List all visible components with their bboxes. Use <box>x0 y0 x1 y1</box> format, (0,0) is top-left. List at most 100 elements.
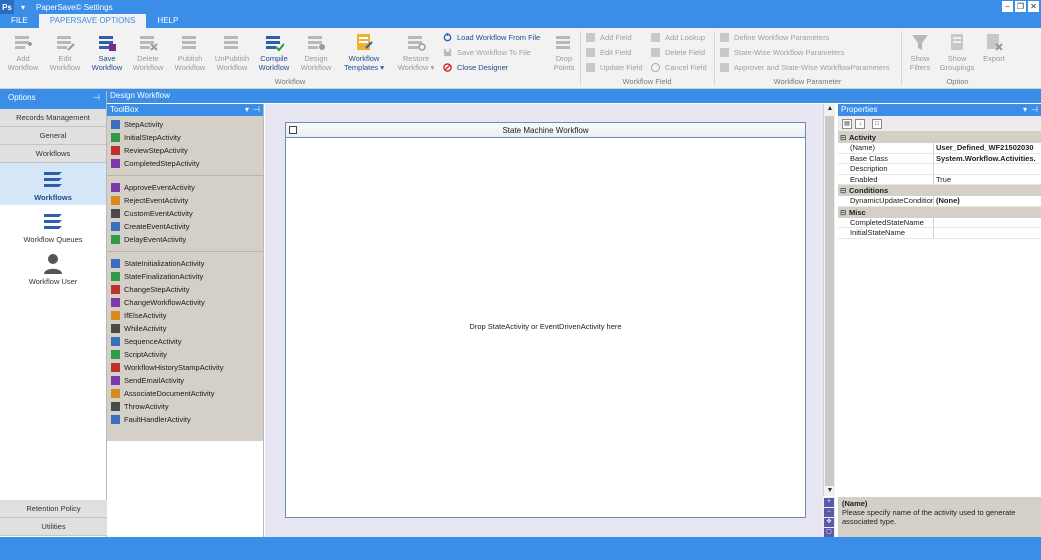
collapse-icon[interactable]: ⊟ <box>840 207 849 218</box>
property-value[interactable] <box>934 218 1041 228</box>
toolbox-item[interactable]: IfElseActivity <box>107 309 263 322</box>
property-category[interactable]: ⊟ Conditions <box>838 185 1041 196</box>
delete-workflow-button[interactable]: Delete Workflow <box>128 32 168 72</box>
publish-workflow-button[interactable]: Publish Workflow <box>170 32 210 72</box>
toolbox-item[interactable]: StepActivity <box>107 118 263 131</box>
cancel-field-button[interactable]: Cancel Field <box>651 63 707 72</box>
alphabetical-icon[interactable]: ↓ <box>855 118 865 129</box>
compile-workflow-button[interactable]: Compile Workflow <box>254 32 294 72</box>
export-button[interactable]: Export <box>976 32 1012 63</box>
save-workflow-button[interactable]: Save Workflow <box>87 32 127 72</box>
scroll-down-icon[interactable]: ▼ <box>824 486 836 496</box>
workflow-expand-checkbox[interactable] <box>289 126 297 134</box>
pin-icon[interactable]: ⊣ <box>93 91 100 105</box>
collapse-icon[interactable]: ⊟ <box>840 132 849 143</box>
add-workflow-button[interactable]: Add Workflow <box>3 32 43 72</box>
unpublish-workflow-button[interactable]: UnPublish Workflow <box>212 32 252 72</box>
collapse-icon[interactable]: ⊟ <box>840 185 849 196</box>
nav-retention-policy[interactable]: Retention Policy <box>0 500 107 518</box>
save-workflow-to-file-button[interactable]: Save Workflow To File <box>443 48 531 57</box>
dropdown-icon[interactable]: ▾ <box>1023 104 1027 116</box>
pin-icon[interactable]: ⊣ <box>253 104 260 116</box>
load-workflow-from-file-button[interactable]: Load Workflow From File <box>443 33 540 42</box>
dropdown-icon[interactable]: ▾ <box>245 104 249 116</box>
quick-access-icon[interactable]: ▾ <box>14 3 32 12</box>
property-value[interactable] <box>934 164 1041 174</box>
toolbox-item[interactable]: ThrowActivity <box>107 400 263 413</box>
workflow-templates-button[interactable]: Workflow Templates ▾ <box>342 32 386 72</box>
toolbox-item[interactable]: WhileActivity <box>107 322 263 335</box>
update-field-button[interactable]: Update Field <box>586 63 643 72</box>
toolbox-item[interactable]: ReviewStepActivity <box>107 144 263 157</box>
toolbox-item[interactable]: StateInitializationActivity <box>107 257 263 270</box>
vertical-scrollbar[interactable]: ▲ ▼ <box>823 104 835 496</box>
nav-utilities[interactable]: Utilities <box>0 518 107 536</box>
zoom-out-icon[interactable]: − <box>824 508 834 517</box>
add-lookup-button[interactable]: Add Lookup <box>651 33 705 42</box>
property-category[interactable]: ⊟ Activity <box>838 132 1041 143</box>
property-value[interactable]: (None) <box>934 196 1041 206</box>
toolbox-item[interactable]: SequenceActivity <box>107 335 263 348</box>
approver-parameters-button[interactable]: Approver and State-Wise WorkflowParamete… <box>720 63 889 72</box>
toolbox-item[interactable]: SendEmailActivity <box>107 374 263 387</box>
delete-field-button[interactable]: Delete Field <box>651 48 705 57</box>
property-value[interactable] <box>934 228 1041 238</box>
nav-item-workflow-user[interactable]: Workflow User <box>0 247 106 289</box>
toolbox-item[interactable]: DelayEventActivity <box>107 233 263 246</box>
state-machine-workflow[interactable]: State Machine Workflow Drop StateActivit… <box>285 122 806 518</box>
toolbox-item[interactable]: CustomEventActivity <box>107 207 263 220</box>
edit-field-button[interactable]: Edit Field <box>586 48 631 57</box>
toolbox-item[interactable]: ChangeStepActivity <box>107 283 263 296</box>
property-value[interactable]: True <box>934 175 1041 185</box>
toolbox-item[interactable]: ChangeWorkflowActivity <box>107 296 263 309</box>
property-pages-icon[interactable]: □ <box>872 118 882 129</box>
toolbox-item[interactable]: CompletedStepActivity <box>107 157 263 170</box>
property-row[interactable]: CompletedStateName <box>838 217 1041 228</box>
toolbox-item[interactable]: StateFinalizationActivity <box>107 270 263 283</box>
toolbox-item[interactable]: FaultHandlerActivity <box>107 413 263 426</box>
show-filters-button[interactable]: Show Filters <box>902 32 938 72</box>
define-workflow-parameters-button[interactable]: Define Workflow Parameters <box>720 33 829 42</box>
tab-help[interactable]: HELP <box>146 14 189 28</box>
property-value[interactable]: User_Defined_WF21502030 <box>934 143 1041 153</box>
minimize-icon[interactable]: – <box>1002 1 1013 12</box>
categorized-icon[interactable]: ▤ <box>842 118 852 129</box>
property-row[interactable]: DynamicUpdateCondition (None) <box>838 196 1041 207</box>
zoom-in-icon[interactable]: + <box>824 498 834 507</box>
toolbox-item[interactable]: InitialStepActivity <box>107 131 263 144</box>
property-row[interactable]: InitialStateName <box>838 228 1041 239</box>
toolbox-item[interactable]: AssociateDocumentActivity <box>107 387 263 400</box>
show-groupings-button[interactable]: Show Groupings <box>937 32 977 72</box>
property-value[interactable]: System.Workflow.Activities. <box>934 154 1041 164</box>
toolbox-item[interactable]: ScriptActivity <box>107 348 263 361</box>
pin-icon[interactable]: ⊣ <box>1031 104 1038 116</box>
add-field-button[interactable]: Add Field <box>586 33 632 42</box>
property-row[interactable]: Description <box>838 164 1041 175</box>
scroll-up-icon[interactable]: ▲ <box>824 104 836 114</box>
edit-workflow-button[interactable]: Edit Workflow <box>45 32 85 72</box>
nav-general[interactable]: General <box>0 127 106 145</box>
tab-file[interactable]: FILE <box>0 14 39 28</box>
pan-icon[interactable]: ✥ <box>824 518 834 527</box>
scroll-thumb[interactable] <box>825 116 834 486</box>
toolbox-item[interactable]: RejectEventActivity <box>107 194 263 207</box>
property-row[interactable]: Enabled True <box>838 174 1041 185</box>
property-row[interactable]: Base Class System.Workflow.Activities. <box>838 153 1041 164</box>
property-category[interactable]: ⊟ Misc <box>838 206 1041 218</box>
close-icon[interactable]: ✕ <box>1028 1 1039 12</box>
drop-points-button[interactable]: Drop Points <box>544 32 584 72</box>
nav-item-workflow-queues[interactable]: Workflow Queues <box>0 205 106 247</box>
nav-item-workflows[interactable]: Workflows <box>0 163 106 205</box>
toolbox-item[interactable]: CreateEventActivity <box>107 220 263 233</box>
restore-workflow-button[interactable]: Restore Workflow ▾ <box>396 32 436 72</box>
close-designer-button[interactable]: Close Designer <box>443 63 508 72</box>
toolbox-item[interactable]: ApproveEventActivity <box>107 181 263 194</box>
state-wise-parameters-button[interactable]: State-Wise Workflow Parameters <box>720 48 844 57</box>
fit-icon[interactable]: ▢ <box>824 528 834 537</box>
nav-workflows[interactable]: Workflows <box>0 145 106 163</box>
design-workflow-button[interactable]: Design Workflow <box>296 32 336 72</box>
restore-icon[interactable]: ❐ <box>1015 1 1026 12</box>
property-row[interactable]: (Name) User_Defined_WF21502030 <box>838 143 1041 154</box>
tab-papersave-options[interactable]: PAPERSAVE OPTIONS <box>38 14 147 28</box>
toolbox-item[interactable]: WorkflowHistoryStampActivity <box>107 361 263 374</box>
